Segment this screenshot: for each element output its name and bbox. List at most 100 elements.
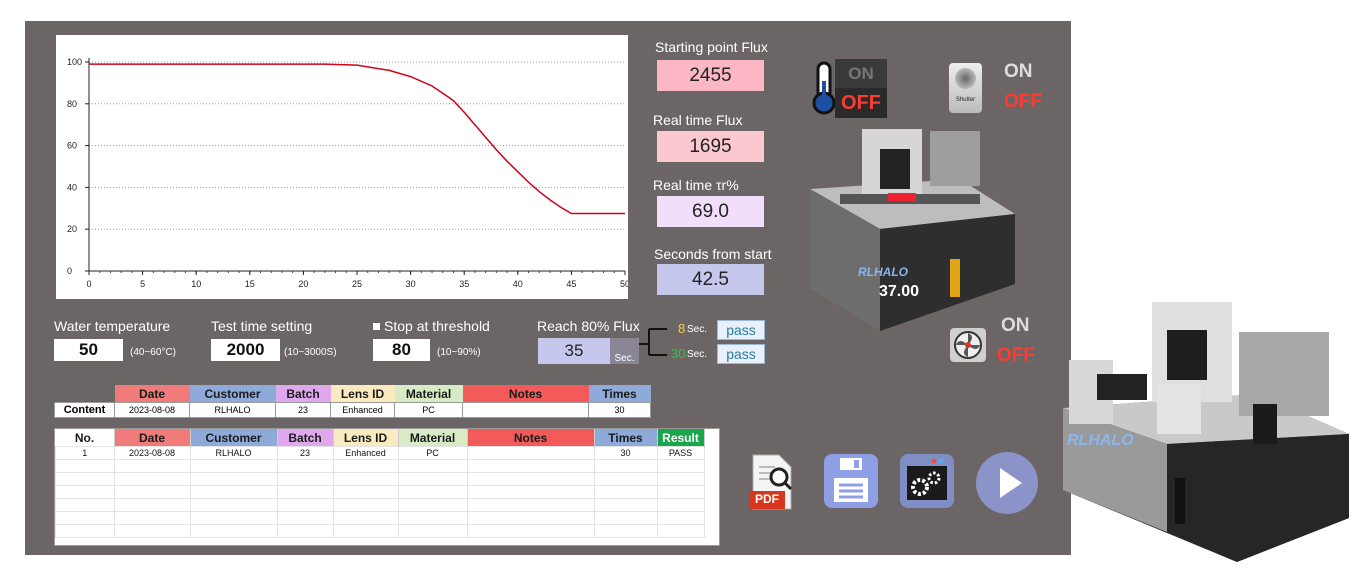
x-tick-label: 30: [406, 279, 416, 289]
y-tick-label: 0: [67, 266, 72, 276]
result-header-customer: Customer: [190, 429, 278, 447]
x-tick-label: 50: [620, 279, 628, 289]
content-customer[interactable]: RLHALO: [189, 402, 276, 418]
seconds-value: 42.5: [657, 264, 764, 295]
result-status: PASS: [656, 446, 705, 460]
pass2-badge: pass: [717, 344, 765, 364]
water-temp-input[interactable]: 50: [54, 339, 123, 361]
start-flux-value: 2455: [657, 60, 764, 91]
content-material[interactable]: PC: [394, 402, 463, 418]
table-row-empty[interactable]: [55, 472, 705, 486]
reach-flux-label: Reach 80% Flux: [537, 318, 640, 334]
real-tau-label: Real time τr%: [653, 177, 739, 193]
stop-threshold-label: Stop at threshold: [384, 318, 490, 334]
shutter-icon[interactable]: Shutter: [949, 63, 982, 113]
heater-on-label: ON: [835, 59, 887, 88]
pdf-search-icon[interactable]: PDF: [749, 453, 795, 511]
fan-off-label[interactable]: OFF: [997, 345, 1035, 367]
play-icon[interactable]: [976, 452, 1038, 514]
result-table-panel[interactable]: No. Date Customer Batch Lens ID Material…: [54, 428, 720, 546]
table-row-empty[interactable]: [55, 524, 705, 538]
result-header-date: Date: [114, 429, 191, 447]
result-batch: 23: [276, 446, 334, 460]
x-tick-label: 5: [140, 279, 145, 289]
content-row: Content 2023-08-08 RLHALO 23 Enhanced PC…: [54, 402, 651, 418]
save-icon[interactable]: [824, 454, 878, 508]
fan-on-label[interactable]: ON: [1001, 315, 1030, 337]
content-header-notes: Notes: [462, 385, 589, 403]
heater-toggle[interactable]: ON OFF: [835, 59, 887, 118]
test-time-input[interactable]: 2000: [211, 339, 280, 361]
result-header-times: Times: [594, 429, 658, 447]
real-flux-label: Real time Flux: [653, 112, 743, 128]
result-table: No. Date Customer Batch Lens ID Material…: [55, 429, 705, 538]
stop-threshold-input[interactable]: 80: [373, 339, 430, 361]
x-tick-label: 10: [191, 279, 201, 289]
stop-threshold-checkbox[interactable]: [373, 323, 380, 330]
content-header-date: Date: [114, 385, 190, 403]
content-notes[interactable]: [462, 402, 589, 418]
stop-threshold-range: (10~90%): [437, 347, 481, 358]
content-header-material: Material: [394, 385, 463, 403]
result-header-notes: Notes: [467, 429, 595, 447]
y-tick-label: 40: [67, 182, 77, 192]
flux-series-line: [89, 63, 625, 215]
x-tick-label: 35: [459, 279, 469, 289]
fan-icon[interactable]: [950, 328, 986, 362]
x-tick-label: 45: [566, 279, 576, 289]
result-notes: [466, 446, 595, 460]
pass2-unit: Sec.: [687, 349, 708, 360]
x-tick-label: 0: [86, 279, 91, 289]
x-tick-label: 25: [352, 279, 362, 289]
result-date: 2023-08-08: [113, 446, 191, 460]
content-batch[interactable]: 23: [275, 402, 331, 418]
shutter-label: Shutter: [955, 97, 976, 103]
table-row[interactable]: 1 2023-08-08 RLHALO 23 Enhanced PC 30 PA…: [55, 446, 705, 460]
table-row-empty[interactable]: [55, 485, 705, 499]
pdf-label: PDF: [755, 492, 779, 506]
shutter-lens-icon: [955, 68, 976, 89]
seconds-label: Seconds from start: [654, 246, 772, 262]
content-header-times: Times: [588, 385, 651, 403]
content-lensid[interactable]: Enhanced: [330, 402, 395, 418]
settings-gears-icon[interactable]: [900, 454, 954, 508]
device-photo-brand: RLHALO: [1067, 432, 1134, 449]
table-row-empty[interactable]: [55, 498, 705, 512]
result-customer: RLHALO: [189, 446, 278, 460]
content-date[interactable]: 2023-08-08: [114, 402, 190, 418]
shutter-on-label[interactable]: ON: [1004, 61, 1033, 83]
pass2-seconds: 30: [671, 346, 686, 361]
result-header-batch: Batch: [277, 429, 334, 447]
bracket-connector: [639, 328, 667, 356]
start-flux-label: Starting point Flux: [655, 39, 768, 55]
result-no: 1: [55, 446, 115, 460]
x-tick-label: 20: [298, 279, 308, 289]
result-header-result: Result: [657, 429, 705, 447]
device-display: 37.00: [879, 283, 920, 300]
content-row-label: Content: [54, 402, 115, 418]
real-tau-value: 69.0: [657, 196, 764, 227]
real-flux-value: 1695: [657, 131, 764, 162]
water-temp-range: (40~60°C): [130, 347, 176, 358]
reach-flux-value: 35: [538, 338, 610, 364]
result-header-material: Material: [398, 429, 468, 447]
table-row-empty[interactable]: [55, 511, 705, 525]
content-header-batch: Batch: [275, 385, 331, 403]
pass1-seconds: 8: [678, 321, 686, 336]
heater-off-label: OFF: [841, 91, 881, 114]
reach-flux-unit: Sec.: [610, 338, 639, 364]
content-header-lensid: Lens ID: [330, 385, 395, 403]
result-header-no: No.: [55, 429, 115, 447]
device-image: [800, 119, 1025, 339]
y-tick-label: 20: [67, 224, 77, 234]
x-tick-label: 40: [513, 279, 523, 289]
y-tick-label: 100: [67, 57, 82, 67]
chart-canvas: 0 20 40 60 80 100 0 5 10 15 20 25 30 35 40 45 50: [67, 57, 630, 289]
shutter-off-label[interactable]: OFF: [1004, 91, 1042, 113]
table-row-empty[interactable]: [55, 459, 705, 473]
result-header-row: No. Date Customer Batch Lens ID Material…: [55, 429, 705, 447]
content-header-customer: Customer: [189, 385, 276, 403]
main-panel: 0 20 40 60 80 100 0 5 10 15 20 25 30 35 40 45 50 Startin…: [25, 21, 1071, 555]
content-times[interactable]: 30: [588, 402, 651, 418]
result-lensid: Enhanced: [332, 446, 399, 460]
